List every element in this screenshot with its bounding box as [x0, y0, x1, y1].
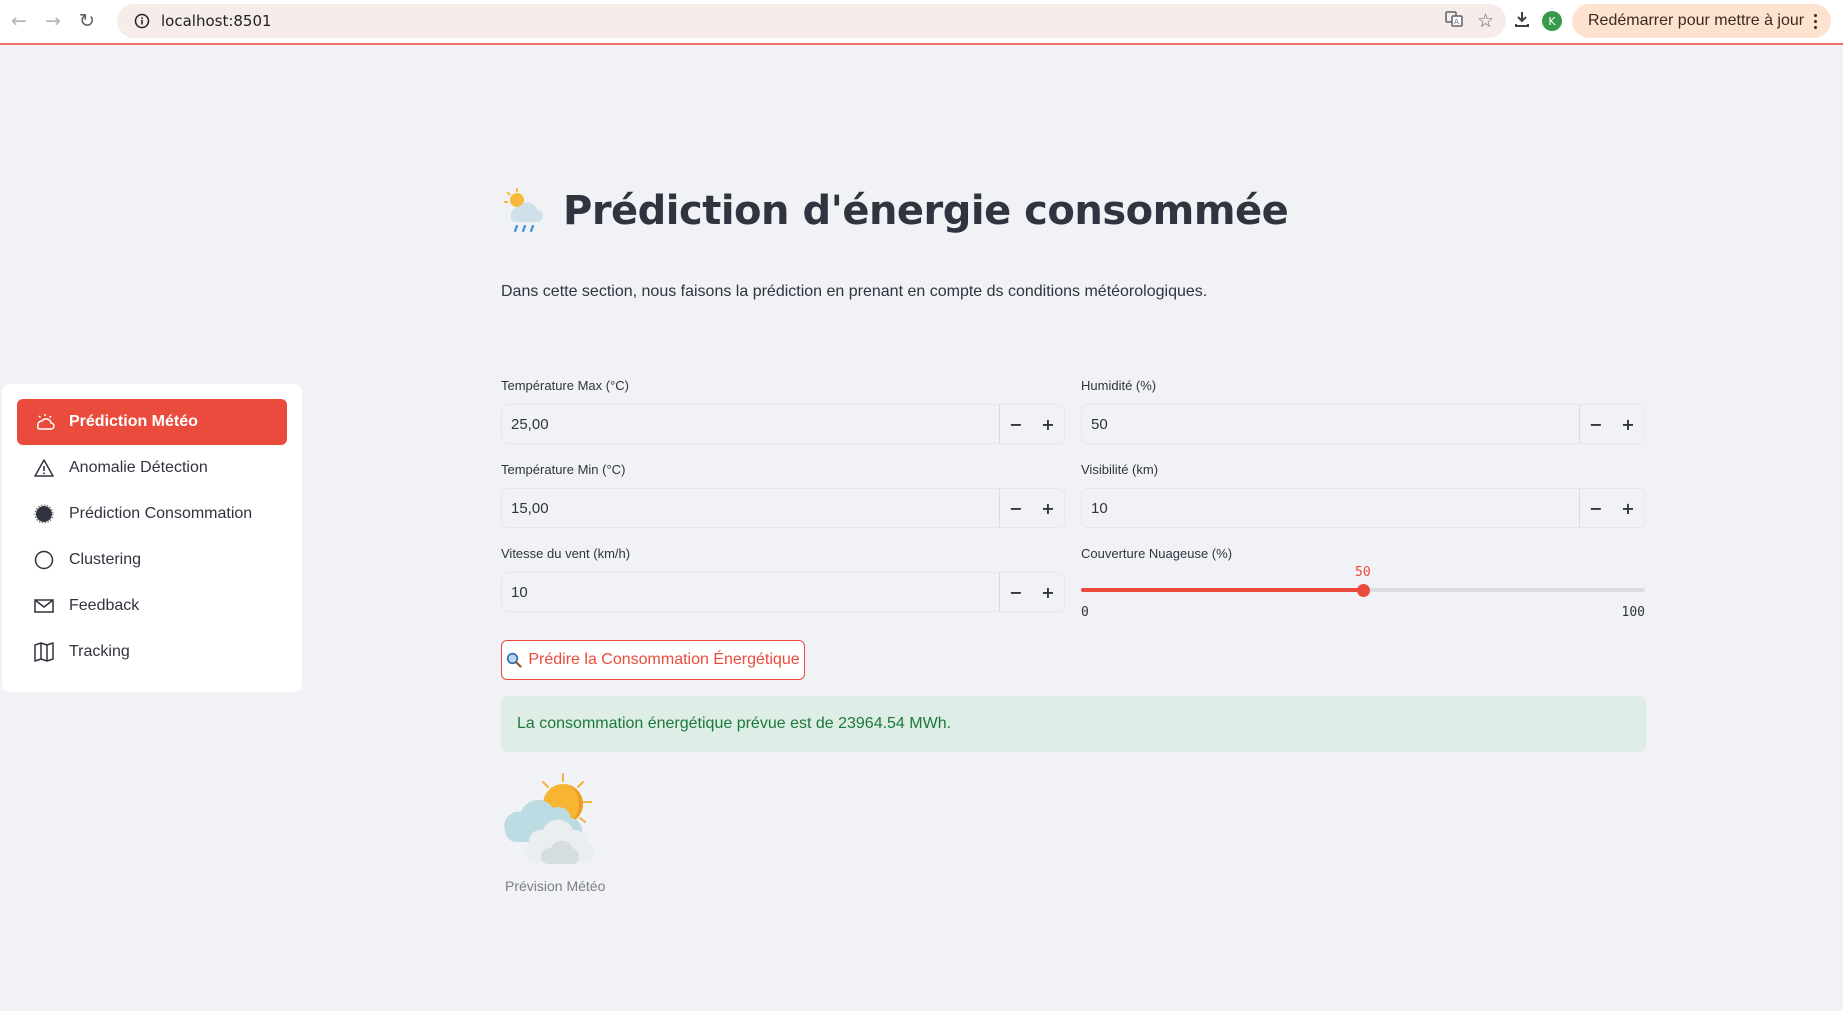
forward-icon[interactable]: →: [36, 4, 70, 38]
increment-button[interactable]: +: [1612, 405, 1644, 443]
temp-min-field: Température Min (°C) 15,00 − +: [501, 462, 1065, 528]
sidebar-item-label: Clustering: [69, 551, 142, 568]
circle-icon: [33, 549, 55, 571]
sidebar-item-prediction-meteo[interactable]: Prédiction Météo: [17, 399, 287, 445]
temp-min-value[interactable]: 15,00: [502, 489, 1000, 527]
increment-button[interactable]: +: [1032, 405, 1064, 443]
increment-button[interactable]: +: [1612, 489, 1644, 527]
humidity-input: 50 − +: [1081, 404, 1645, 444]
decrement-button[interactable]: −: [1580, 489, 1612, 527]
slider-fill: [1081, 588, 1363, 592]
sidebar-item-clustering[interactable]: Clustering: [17, 537, 287, 583]
visibility-input: 10 − +: [1081, 488, 1645, 528]
back-icon[interactable]: ←: [2, 4, 36, 38]
prediction-result-alert: La consommation énergétique prévue est d…: [501, 696, 1646, 752]
bookmark-star-icon[interactable]: ☆: [1477, 10, 1494, 32]
humidity-value[interactable]: 50: [1082, 405, 1580, 443]
sidebar-item-label: Prédiction Consommation: [69, 505, 253, 522]
warning-icon: [33, 457, 55, 479]
visibility-value[interactable]: 10: [1082, 489, 1580, 527]
address-bar[interactable]: localhost:8501 A ☆: [117, 4, 1506, 38]
page-header: Prédiction d'énergie consommée: [501, 186, 1289, 236]
wind-value[interactable]: 10: [502, 573, 1000, 611]
page-title: Prédiction d'énergie consommée: [563, 188, 1289, 234]
sidebar-item-label: Feedback: [69, 597, 140, 614]
decrement-button[interactable]: −: [1580, 405, 1612, 443]
sidebar-item-tracking[interactable]: Tracking: [17, 629, 287, 675]
temp-min-label: Température Min (°C): [501, 462, 626, 477]
sidebar-item-anomalie-detection[interactable]: Anomalie Détection: [17, 445, 287, 491]
site-info-icon[interactable]: [125, 4, 159, 38]
wind-label: Vitesse du vent (km/h): [501, 546, 631, 561]
predict-consumption-button[interactable]: Prédire la Consommation Énergétique: [501, 640, 805, 680]
download-icon[interactable]: [1512, 9, 1532, 33]
cloud-cover-label: Couverture Nuageuse (%): [1081, 546, 1233, 561]
envelope-icon: [33, 595, 55, 617]
sun-rain-cloud-icon: [504, 188, 543, 233]
map-icon: [33, 641, 55, 663]
temp-max-value[interactable]: 25,00: [502, 405, 1000, 443]
profile-avatar[interactable]: K: [1542, 11, 1562, 31]
predict-button-label: Prédire la Consommation Énergétique: [528, 651, 800, 668]
translate-icon[interactable]: A: [1445, 10, 1463, 32]
slider-current-value: 50: [1355, 565, 1371, 580]
moon-icon: [33, 503, 55, 525]
svg-text:A: A: [1454, 18, 1459, 26]
magnifier-icon: [507, 652, 522, 668]
cloud-cover-slider[interactable]: [1081, 584, 1645, 597]
sidebar-item-prediction-consommation[interactable]: Prédiction Consommation: [17, 491, 287, 537]
slider-min-label: 0: [1081, 605, 1089, 620]
sidebar-item-feedback[interactable]: Feedback: [17, 583, 287, 629]
decrement-button[interactable]: −: [1000, 405, 1032, 443]
cloud-cover-slider-field: Couverture Nuageuse (%) 50 0 100: [1081, 546, 1645, 626]
decrement-button[interactable]: −: [1000, 573, 1032, 611]
increment-button[interactable]: +: [1032, 489, 1064, 527]
decrement-button[interactable]: −: [1000, 489, 1032, 527]
humidity-label: Humidité (%): [1081, 378, 1157, 393]
restart-update-button[interactable]: Redémarrer pour mettre à jour: [1572, 4, 1832, 38]
temp-max-input: 25,00 − +: [501, 404, 1065, 444]
visibility-label: Visibilité (km): [1081, 462, 1159, 477]
weather-icon: [33, 411, 55, 433]
sun-behind-clouds-image: [504, 773, 595, 864]
sidebar-item-label: Tracking: [69, 643, 130, 660]
restart-label: Redémarrer pour mettre à jour: [1588, 12, 1805, 29]
sidebar-item-label: Anomalie Détection: [69, 459, 208, 476]
intro-text: Dans cette section, nous faisons la préd…: [501, 283, 1208, 300]
slider-max-label: 100: [1621, 605, 1645, 620]
temp-max-field: Température Max (°C) 25,00 − +: [501, 378, 1065, 444]
slider-thumb[interactable]: [1357, 584, 1370, 597]
temp-min-input: 15,00 − +: [501, 488, 1065, 528]
wind-input: 10 − +: [501, 572, 1065, 612]
sidebar-item-label: Prédiction Météo: [69, 413, 198, 430]
temp-max-label: Température Max (°C): [501, 378, 630, 393]
wind-field: Vitesse du vent (km/h) 10 − +: [501, 546, 1065, 612]
humidity-field: Humidité (%) 50 − +: [1081, 378, 1645, 444]
url-text: localhost:8501: [161, 12, 272, 30]
increment-button[interactable]: +: [1032, 573, 1064, 611]
visibility-field: Visibilité (km) 10 − +: [1081, 462, 1645, 528]
image-caption: Prévision Météo: [505, 878, 606, 894]
reload-icon[interactable]: ↻: [70, 4, 104, 38]
browser-toolbar: ← → ↻ localhost:8501 A ☆ K Redémarrer po…: [0, 0, 1843, 45]
sidebar-nav: Prédiction Météo Anomalie Détection Préd…: [2, 384, 302, 692]
kebab-menu-icon: [1814, 13, 1818, 29]
